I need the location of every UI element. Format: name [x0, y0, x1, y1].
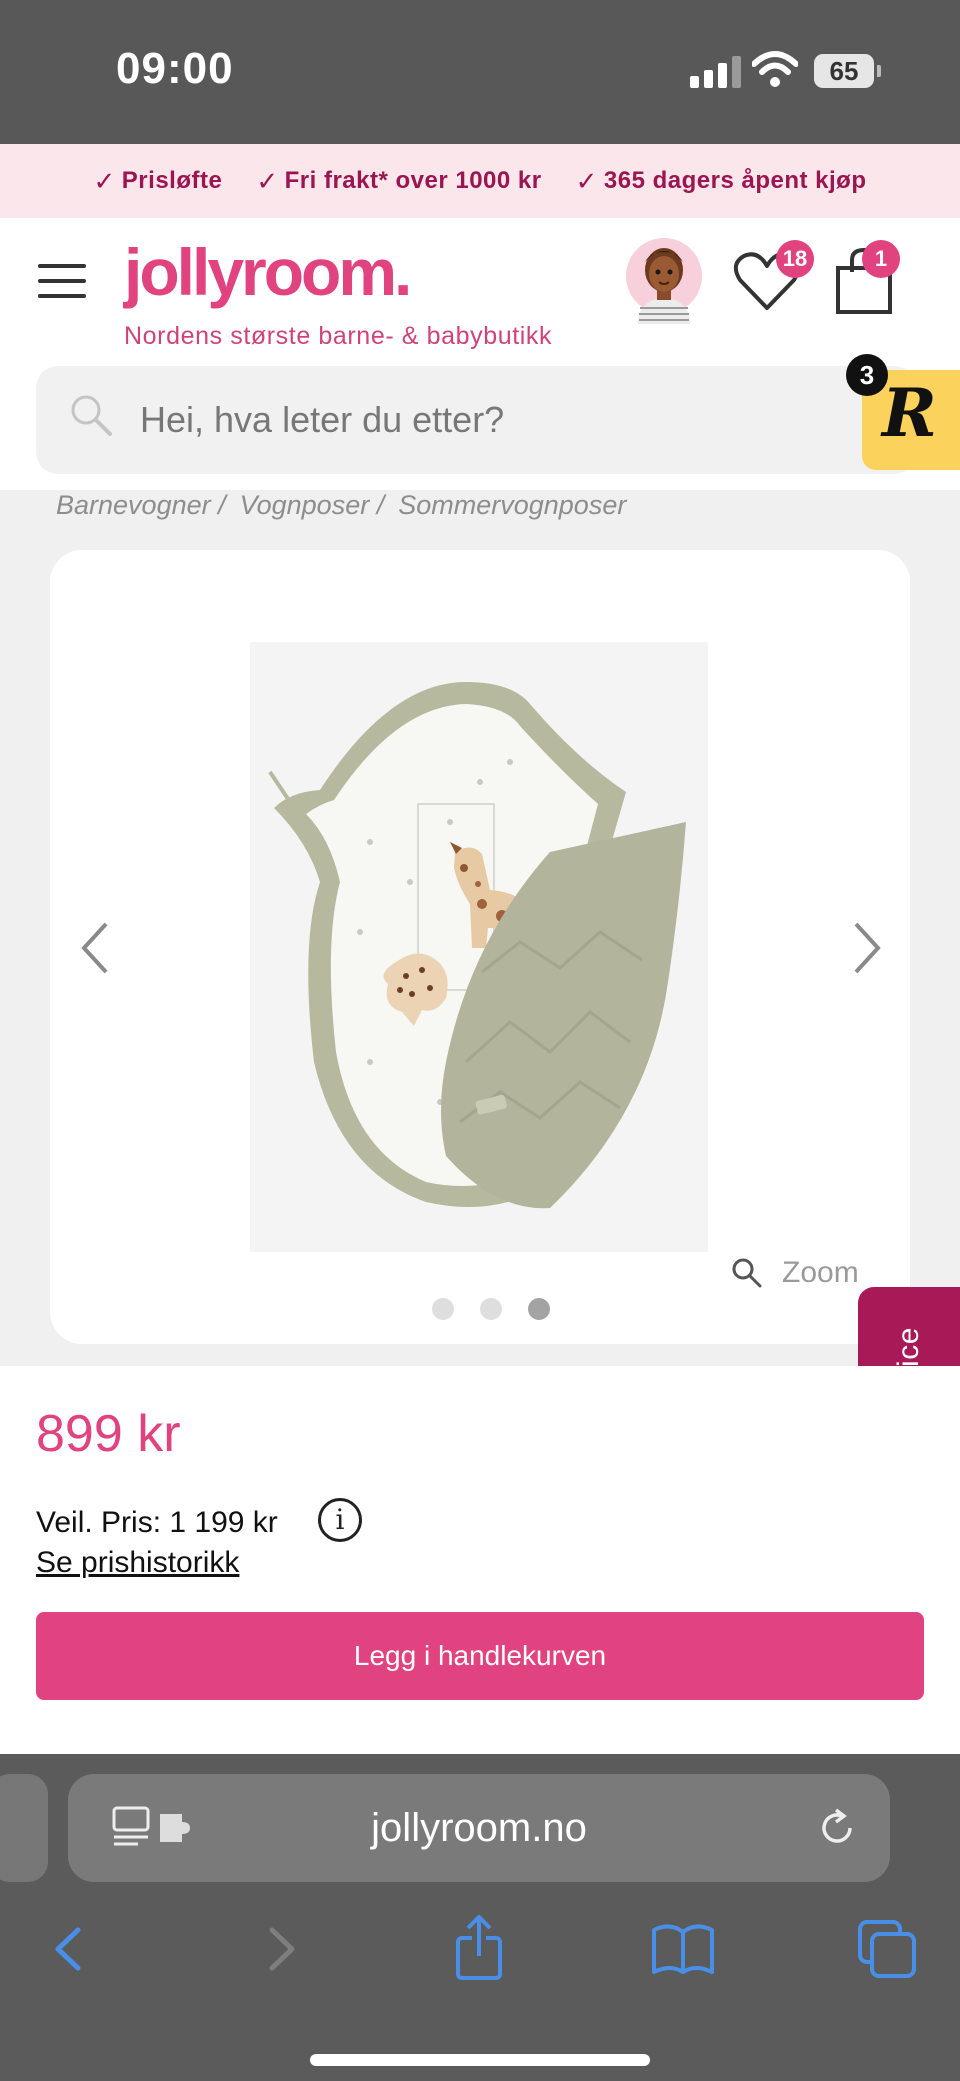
browser-nav-row	[0, 1914, 960, 1994]
address-bar[interactable]: jollyroom.no	[68, 1774, 890, 1882]
promo-strip: ✓ Prisløfte ✓ Fri frakt* over 1000 kr ✓ …	[0, 144, 960, 218]
promo-label: Fri frakt* over 1000 kr	[284, 167, 542, 194]
checkmark-icon: ✓	[93, 165, 116, 196]
info-icon[interactable]: i	[318, 1498, 362, 1542]
wifi-icon	[752, 51, 798, 87]
gallery-dot[interactable]	[480, 1298, 502, 1320]
menu-icon[interactable]	[38, 264, 86, 298]
breadcrumb-item[interactable]: Sommervognposer	[398, 490, 626, 521]
zoom-button[interactable]: Zoom	[730, 1256, 859, 1290]
gallery-dot[interactable]	[432, 1298, 454, 1320]
home-indicator[interactable]	[310, 2054, 650, 2066]
cellular-signal-icon	[690, 56, 742, 88]
price-history-link[interactable]: Se prishistorikk	[36, 1546, 239, 1580]
recommended-price: Veil. Pris: 1 199 kr	[36, 1506, 278, 1539]
rewards-logo-icon: R	[882, 374, 937, 452]
product-price: 899 kr	[36, 1405, 181, 1463]
search-bar[interactable]	[36, 366, 916, 474]
breadcrumb: Barnevogner / Vognposer / Sommervognpose…	[56, 490, 626, 521]
gallery-pagination	[432, 1298, 550, 1320]
battery-icon: 65	[814, 54, 881, 88]
chevron-left-icon[interactable]	[76, 918, 116, 978]
cart-count-badge: 1	[862, 240, 900, 278]
wishlist-count-badge: 18	[776, 240, 814, 278]
product-gallery-section: Barnevogner / Vognposer / Sommervognpose…	[0, 490, 960, 1366]
search-icon	[71, 395, 112, 436]
product-image[interactable]	[250, 642, 708, 1252]
product-image-card: Zoom	[50, 550, 910, 1344]
promo-label: 365 dagers åpent kjøp	[603, 167, 867, 194]
gallery-dot-active[interactable]	[528, 1298, 550, 1320]
reload-icon[interactable]	[818, 1806, 858, 1850]
tabs-icon[interactable]	[852, 1914, 922, 1984]
page: 09:00 65 ✓ Prisløfte ✓ Fri frakt* over 1…	[0, 0, 960, 2081]
magnifier-icon	[732, 1258, 762, 1288]
checkmark-icon: ✓	[575, 165, 598, 196]
forward-arrow-icon[interactable]	[244, 1914, 314, 1984]
rewards-count-badge: 3	[846, 354, 888, 396]
chevron-right-icon[interactable]	[846, 918, 886, 978]
promo-item: ✓ 365 dagers åpent kjøp	[576, 166, 867, 197]
promo-item: ✓ Prisløfte	[94, 166, 223, 197]
bookmarks-icon[interactable]	[648, 1914, 718, 1984]
checkmark-icon: ✓	[256, 165, 279, 196]
site-header: jollyroom. Nordens største barne- & baby…	[0, 218, 960, 490]
status-time: 09:00	[116, 44, 234, 93]
previous-tab-preview[interactable]	[0, 1774, 48, 1882]
logo[interactable]: jollyroom.	[124, 234, 412, 310]
tagline: Nordens største barne- & babybutikk	[124, 322, 553, 350]
back-arrow-icon[interactable]	[36, 1914, 106, 1984]
promo-item: ✓ Fri frakt* over 1000 kr	[256, 166, 541, 197]
url-text: jollyroom.no	[371, 1806, 587, 1850]
breadcrumb-item[interactable]: Barnevogner /	[56, 490, 226, 521]
breadcrumb-item[interactable]: Vognposer /	[240, 490, 385, 521]
browser-toolbar: jollyroom.no	[0, 1754, 960, 2081]
assistant-avatar-icon[interactable]	[624, 234, 704, 324]
promo-label: Prisløfte	[121, 167, 223, 194]
share-icon[interactable]	[444, 1914, 514, 1984]
add-to-cart-button[interactable]: Legg i handlekurven	[36, 1612, 924, 1700]
search-input[interactable]	[140, 390, 740, 450]
zoom-label: Zoom	[782, 1256, 859, 1289]
price-section: 899 kr Veil. Pris: 1 199 kr i Se prishis…	[0, 1366, 960, 1754]
status-bar: 09:00 65	[0, 0, 960, 144]
